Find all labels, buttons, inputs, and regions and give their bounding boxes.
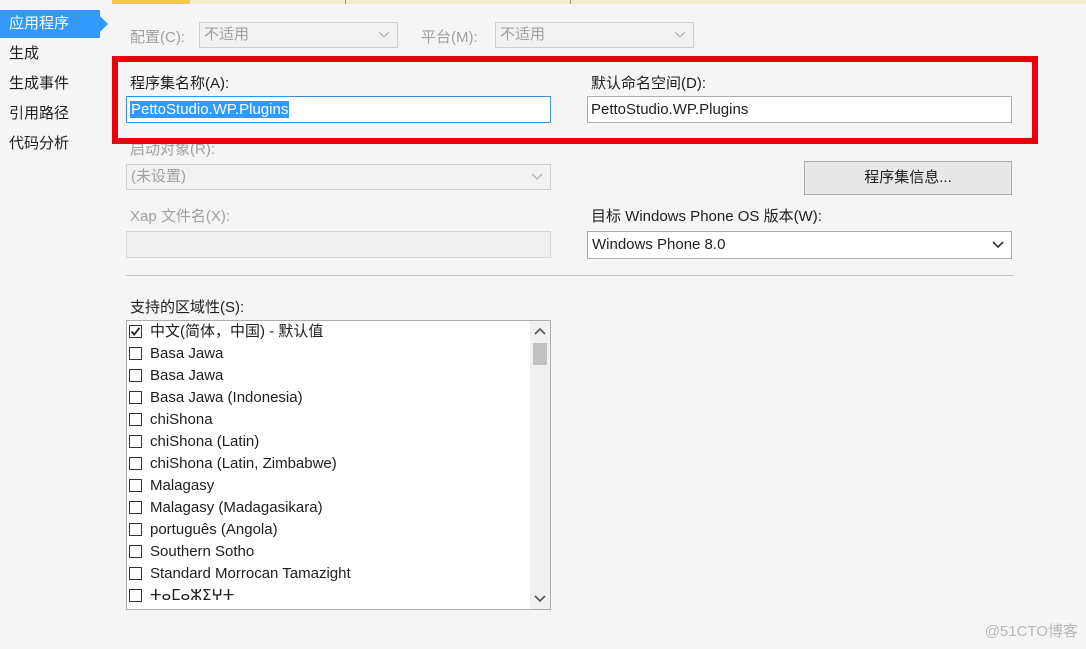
chevron-down-icon	[377, 23, 391, 47]
list-item[interactable]: Basa Jawa	[129, 365, 223, 387]
configuration-dropdown[interactable]: 不适用	[199, 22, 398, 48]
platform-value: 不适用	[500, 26, 546, 43]
culture-checkbox[interactable]	[129, 522, 142, 536]
culture-checkbox[interactable]	[129, 324, 142, 338]
list-item[interactable]: Basa Jawa (Indonesia)	[129, 387, 303, 409]
list-item[interactable]: Basa Jawa	[129, 343, 223, 365]
culture-label: Southern Sotho	[150, 543, 255, 560]
culture-checkbox[interactable]	[129, 434, 142, 448]
list-item[interactable]: ⵜⴰⵎⴰⵣⵉⵖⵜ	[129, 585, 234, 607]
list-item[interactable]: Malagasy	[129, 475, 214, 497]
list-item[interactable]: português (Angola)	[129, 519, 278, 541]
list-item[interactable]: chiShona (Latin, Zimbabwe)	[129, 453, 337, 475]
culture-label: Basa Jawa	[150, 345, 224, 362]
property-page-nav: 应用程序 生成 生成事件 引用路径 代码分析	[0, 0, 112, 649]
culture-label: português (Angola)	[150, 521, 278, 538]
culture-checkbox[interactable]	[129, 368, 142, 382]
chevron-up-icon[interactable]	[530, 321, 550, 341]
startup-object-label: 启动对象(R):	[130, 141, 215, 158]
platform-dropdown[interactable]: 不适用	[495, 22, 694, 48]
culture-label: Standard Morrocan Tamazight	[150, 565, 351, 582]
assembly-name-input[interactable]: PettoStudio.WP.Plugins	[126, 96, 551, 123]
xap-filename-label: Xap 文件名(X):	[130, 208, 231, 225]
section-divider	[126, 275, 1014, 276]
supported-cultures-list[interactable]: 中文(简体，中国) - 默认值 Basa Jawa Basa Jawa Basa…	[126, 320, 551, 610]
chevron-down-icon[interactable]	[530, 589, 550, 609]
list-scrollbar[interactable]	[530, 321, 550, 609]
configuration-value: 不适用	[204, 26, 250, 43]
list-item[interactable]: Southern Sotho	[129, 541, 254, 563]
list-item[interactable]: Malagasy (Madagasikara)	[129, 497, 323, 519]
strip-tick	[345, 0, 346, 4]
list-item[interactable]: 中文(简体，中国) - 默认值	[129, 321, 323, 343]
culture-label: chiShona (Latin)	[150, 433, 260, 450]
culture-label: Malagasy	[150, 477, 215, 494]
nav-item-application[interactable]: 应用程序	[0, 10, 108, 38]
nav-item-reference-paths[interactable]: 引用路径	[0, 100, 112, 128]
target-os-dropdown[interactable]: Windows Phone 8.0	[587, 231, 1012, 259]
culture-checkbox[interactable]	[129, 544, 142, 558]
culture-label: Basa Jawa	[150, 367, 224, 384]
culture-label: Basa Jawa (Indonesia)	[150, 389, 303, 406]
platform-label: 平台(M):	[421, 29, 478, 46]
top-accent-strip	[0, 0, 1086, 4]
culture-checkbox[interactable]	[129, 478, 142, 492]
culture-label: ⵜⴰⵎⴰⵣⵉⵖⵜ	[150, 587, 235, 604]
culture-checkbox[interactable]	[129, 588, 142, 602]
default-namespace-label: 默认命名空间(D):	[591, 75, 706, 92]
supported-cultures-label: 支持的区域性(S):	[130, 299, 245, 316]
nav-item-build[interactable]: 生成	[0, 40, 112, 68]
strip-tick	[570, 0, 571, 4]
target-os-label: 目标 Windows Phone OS 版本(W):	[591, 208, 822, 225]
culture-checkbox[interactable]	[129, 456, 142, 470]
assembly-name-label: 程序集名称(A):	[130, 75, 230, 92]
list-item[interactable]: chiShona (Latin)	[129, 431, 259, 453]
xap-filename-input[interactable]	[126, 231, 551, 258]
culture-label: Malagasy (Madagasikara)	[150, 499, 323, 516]
configuration-label: 配置(C):	[130, 29, 185, 46]
culture-label: chiShona (Latin, Zimbabwe)	[150, 455, 337, 472]
target-os-value: Windows Phone 8.0	[592, 236, 726, 253]
check-icon	[130, 326, 141, 336]
culture-checkbox[interactable]	[129, 500, 142, 514]
culture-checkbox[interactable]	[129, 412, 142, 426]
default-namespace-input[interactable]: PettoStudio.WP.Plugins	[587, 96, 1012, 123]
culture-label: 中文(简体，中国) - 默认值	[150, 323, 324, 340]
startup-object-value: (未设置)	[131, 168, 186, 185]
assembly-name-value: PettoStudio.WP.Plugins	[130, 101, 290, 118]
watermark: @51CTO博客	[984, 623, 1078, 640]
scrollbar-thumb[interactable]	[533, 343, 547, 365]
chevron-down-icon	[530, 165, 544, 189]
culture-label: chiShona	[150, 411, 213, 428]
startup-object-dropdown[interactable]: (未设置)	[126, 164, 551, 190]
list-item[interactable]: chiShona	[129, 409, 213, 431]
culture-checkbox[interactable]	[129, 566, 142, 580]
chevron-down-icon	[673, 23, 687, 47]
nav-item-code-analysis[interactable]: 代码分析	[0, 130, 112, 158]
list-item[interactable]: Standard Morrocan Tamazight	[129, 563, 351, 585]
default-namespace-value: PettoStudio.WP.Plugins	[591, 101, 749, 118]
culture-checkbox[interactable]	[129, 346, 142, 360]
nav-item-build-events[interactable]: 生成事件	[0, 70, 112, 98]
culture-checkbox[interactable]	[129, 390, 142, 404]
assembly-information-button[interactable]: 程序集信息...	[804, 161, 1012, 195]
chevron-down-icon	[991, 232, 1005, 258]
